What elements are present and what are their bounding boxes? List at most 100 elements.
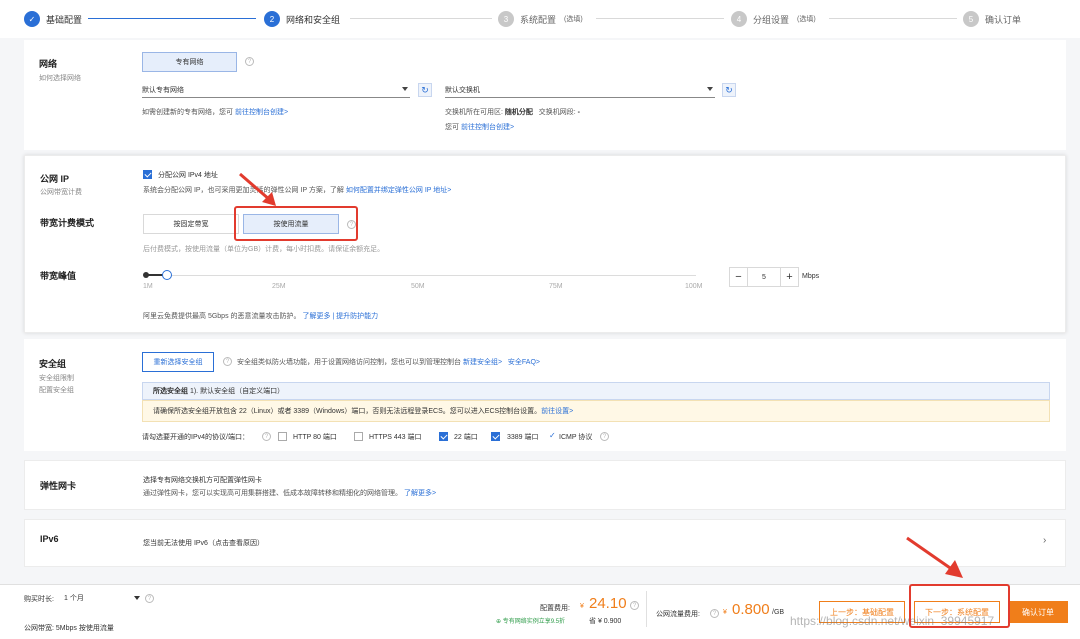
chevron-right-icon[interactable]: › — [1043, 535, 1046, 546]
traffic-fee-label: 公网流量费用: — [656, 611, 700, 618]
step-label: 确认订单 — [985, 14, 1022, 25]
peak-title: 带宽峰值 — [40, 271, 77, 281]
billing-mode-title: 带宽计费模式 — [40, 218, 95, 228]
step-connector — [88, 18, 256, 19]
save-amount: 省 ¥ 0.900 — [589, 618, 622, 625]
step-basic[interactable]: ✓ 基础配置 — [24, 10, 82, 28]
step-label: 基础配置 — [46, 14, 83, 25]
chevron-down-icon — [402, 87, 408, 91]
step-number: 4 — [731, 11, 747, 27]
help-icon[interactable]: ? — [630, 601, 639, 610]
slider-tick: 50M — [411, 283, 425, 290]
refresh-icon[interactable]: ↻ — [418, 83, 432, 97]
step-number: 5 — [963, 11, 979, 27]
bandwidth-unit: Mbps — [802, 273, 820, 280]
help-icon[interactable]: ? — [262, 432, 271, 441]
help-icon[interactable]: ? — [145, 594, 154, 603]
protect-text: 阿里云免费提供最高 5Gbps 的恶意流量攻击防护。 了解更多 | 提升防护能力 — [143, 313, 379, 320]
help-icon[interactable]: ? — [245, 57, 254, 66]
step-label: 分组设置 — [753, 14, 790, 25]
slider-tick: 100M — [685, 283, 703, 290]
step-label: 系统配置 — [520, 14, 557, 25]
bandwidth-slider-handle[interactable] — [162, 270, 173, 280]
eip-guide-link[interactable]: 如何配置并绑定弹性公网 IP 地址> — [346, 187, 451, 194]
divider — [646, 591, 647, 627]
security-faq-link[interactable]: 安全FAQ> — [508, 359, 540, 366]
ssh-22-checkbox[interactable] — [439, 432, 448, 441]
public-ip-subtitle[interactable]: 公网带宽计费 — [40, 187, 82, 198]
new-security-group-link[interactable]: 新建安全组> — [463, 359, 502, 366]
http-80-checkbox[interactable] — [278, 432, 287, 441]
security-subtitle[interactable]: 配置安全组 — [39, 385, 74, 396]
duration-label: 购买时长: — [24, 596, 54, 603]
security-subtitle[interactable]: 安全组限制 — [39, 373, 74, 384]
vswitch-hint: 您可 前往控制台创建> — [445, 124, 515, 131]
rdp-3389-checkbox[interactable] — [491, 432, 500, 441]
plus-icon[interactable]: + — [780, 268, 798, 286]
ipv6-title: IPv6 — [40, 534, 59, 544]
assign-ipv4-checkbox[interactable] — [143, 170, 152, 179]
steps-bar: ✓ 基础配置 2 网络和安全组 3 系统配置 (选填) 4 分组设置 (选填) … — [0, 0, 1080, 38]
step-optional: (选填) — [797, 16, 816, 23]
step-group[interactable]: 4 分组设置 (选填) — [731, 10, 816, 28]
bandwidth-summary: 公网带宽: 5Mbps 按使用流量 — [24, 625, 114, 632]
vpc-tab[interactable]: 专有网络 — [142, 52, 237, 72]
help-icon[interactable]: ? — [600, 432, 609, 441]
vpc-select[interactable]: 默认专有网络 — [142, 82, 410, 98]
security-title: 安全组 — [39, 359, 67, 369]
currency-symbol: ¥ — [723, 609, 727, 616]
step-confirm[interactable]: 5 确认订单 — [963, 10, 1021, 28]
vpc-console-link[interactable]: 前往控制台创建> — [235, 109, 288, 116]
step-number: 3 — [498, 11, 514, 27]
step-system[interactable]: 3 系统配置 (选填) — [498, 10, 583, 28]
https-443-checkbox[interactable] — [354, 432, 363, 441]
protect-link[interactable]: 了解更多 | 提升防护能力 — [302, 313, 378, 320]
confirm-order-button[interactable]: 确认订单 — [1008, 601, 1068, 623]
check-icon: ✓ — [24, 11, 40, 27]
fixed-bandwidth-tab[interactable]: 按固定带宽 — [143, 214, 239, 234]
port-label: 3389 端口 — [507, 434, 539, 441]
public-ip-title: 公网 IP — [40, 174, 70, 184]
chevron-down-icon — [134, 596, 140, 600]
annotation-box — [909, 584, 1010, 628]
slider-tick: 1M — [143, 283, 153, 290]
traffic-fee-unit: /GB — [772, 609, 785, 616]
chevron-down-icon — [707, 87, 713, 91]
refresh-icon[interactable]: ↻ — [722, 83, 736, 97]
step-connector — [350, 18, 492, 19]
bandwidth-slider-track[interactable] — [145, 275, 696, 276]
vswitch-select[interactable]: 默认交换机 — [445, 82, 715, 98]
help-icon[interactable]: ? — [710, 609, 719, 618]
help-icon[interactable]: ? — [223, 357, 232, 366]
port-label: HTTPS 443 端口 — [369, 434, 422, 441]
public-ip-desc: 系统会分配公网 IP，也可采用更加灵活的弹性公网 IP 方案，了解 如何配置并绑… — [143, 187, 452, 194]
eni-learn-more-link[interactable]: 了解更多> — [404, 490, 436, 497]
config-fee-label: 配置费用: — [540, 605, 570, 612]
slider-tick: 25M — [272, 283, 286, 290]
network-panel: 网络 如何选择网络 专有网络 ? 默认专有网络 ↻ 默认交换机 ↻ 如需创建新的… — [24, 40, 1066, 150]
selected-security-group: 所选安全组 1). 默认安全组（自定义端口） — [142, 382, 1050, 400]
network-title: 网络 — [39, 59, 58, 69]
bandwidth-value[interactable]: 5 — [748, 268, 780, 286]
annotation-arrow — [906, 536, 963, 578]
ipv6-text[interactable]: 您当前无法使用 IPv6（点击查看原因） — [143, 538, 264, 548]
annotation-arrow — [239, 172, 276, 206]
port-label: 22 端口 — [454, 434, 478, 441]
duration-select[interactable]: 1 个月 — [64, 591, 144, 605]
eni-line2: 通过弹性网卡，您可以实现高可用集群搭建、低成本故障转移和精细化的网络管理。 了解… — [143, 490, 437, 497]
network-subtitle[interactable]: 如何选择网络 — [39, 73, 81, 84]
bandwidth-stepper[interactable]: − 5 + — [729, 267, 799, 287]
eni-panel: 弹性网卡 选择专有网络交换机方可配置弹性网卡 通过弹性网卡，您可以实现高可用集群… — [24, 460, 1066, 510]
minus-icon[interactable]: − — [730, 268, 748, 286]
vswitch-console-link[interactable]: 前往控制台创建> — [461, 124, 514, 131]
icmp-label: ICMP 协议 — [559, 434, 593, 441]
annotation-box — [234, 206, 358, 241]
step-label: 网络和安全组 — [286, 14, 341, 25]
zone-info: 交换机所在可用区: 随机分配 交换机网段: - — [445, 109, 580, 116]
step-network[interactable]: 2 网络和安全组 — [264, 10, 340, 28]
go-settings-link[interactable]: 前往设置> — [541, 406, 573, 416]
assign-ipv4-label: 分配公网 IPv4 地址 — [158, 172, 218, 179]
config-fee-value: 24.10 — [589, 595, 627, 612]
reselect-security-group-button[interactable]: 重新选择安全组 — [142, 352, 214, 372]
promo-text: ⊕ 专有网络实例立享9.5折 — [496, 619, 566, 625]
